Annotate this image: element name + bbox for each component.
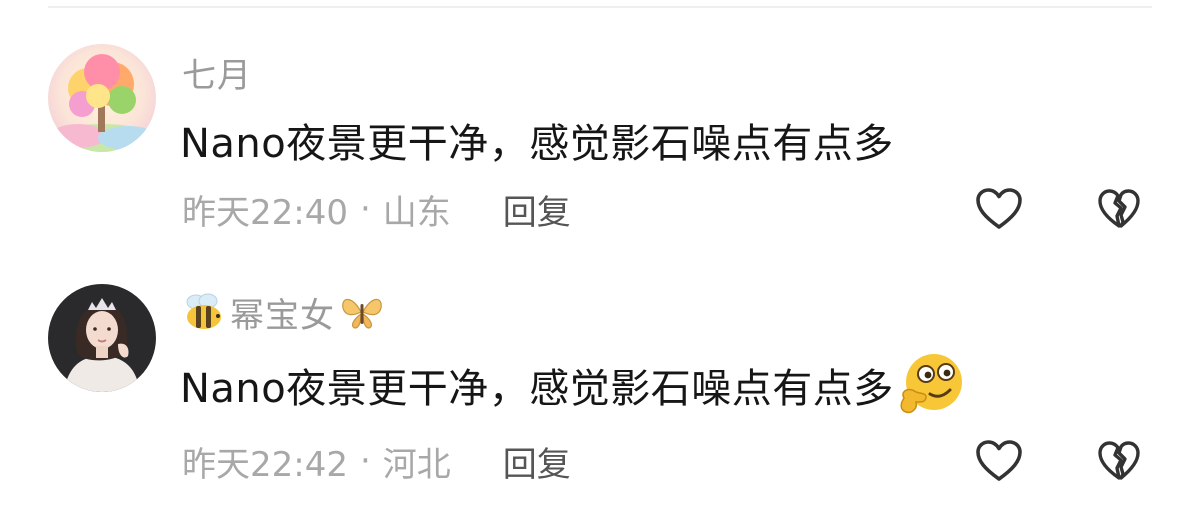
username-row: 七月	[182, 48, 252, 96]
thinking-smirk-emoji	[900, 354, 962, 414]
username[interactable]: 幂宝女	[230, 288, 335, 337]
meta-separator: ·	[359, 441, 371, 481]
dislike-button[interactable]	[1094, 184, 1144, 234]
username[interactable]: 七月	[182, 48, 252, 97]
dislike-button[interactable]	[1094, 436, 1144, 486]
comment-time: 昨天22:42	[182, 444, 348, 485]
butterfly-icon	[342, 298, 382, 329]
comment-item: 七月 Nano夜景更干净，感觉影石噪点有点多 昨天22:40 · 山东 回复	[0, 0, 1200, 233]
reply-button[interactable]: 回复	[503, 185, 571, 234]
broken-heart-icon	[1098, 189, 1140, 228]
comment-text-content: Nano夜景更干净，感觉影石噪点有点多	[180, 121, 894, 167]
user-avatar[interactable]	[48, 284, 156, 392]
heart-outline-icon	[976, 440, 1022, 481]
comment-location: 河北	[382, 444, 451, 485]
broken-heart-icon	[1098, 441, 1140, 480]
woman-with-tiara-avatar-icon	[48, 284, 156, 392]
comment-location: 山东	[382, 192, 451, 233]
comment-meta: 昨天22:42 · 河北 回复	[182, 436, 571, 486]
comment-text: Nano夜景更干净，感觉影石噪点有点多	[180, 110, 894, 170]
username-row: 幂宝女	[182, 288, 385, 336]
like-button[interactable]	[974, 436, 1024, 486]
user-avatar[interactable]	[48, 44, 156, 152]
comment-meta: 昨天22:40 · 山东 回复	[182, 184, 571, 234]
comment-time: 昨天22:40	[182, 192, 348, 233]
like-button[interactable]	[974, 184, 1024, 234]
rainbow-tree-avatar-icon	[48, 44, 156, 152]
heart-outline-icon	[976, 188, 1022, 229]
comment-text: Nano夜景更干净，感觉影石噪点有点多	[180, 350, 968, 420]
bee-icon	[186, 293, 221, 329]
comment-text-content: Nano夜景更干净，感觉影石噪点有点多	[180, 366, 894, 412]
comment-item: 幂宝女 Nano夜景更干净，感觉影石噪点有点多 昨天22:42 · 河北 回复	[0, 240, 1200, 485]
reply-button[interactable]: 回复	[503, 437, 571, 486]
meta-separator: ·	[359, 189, 371, 229]
